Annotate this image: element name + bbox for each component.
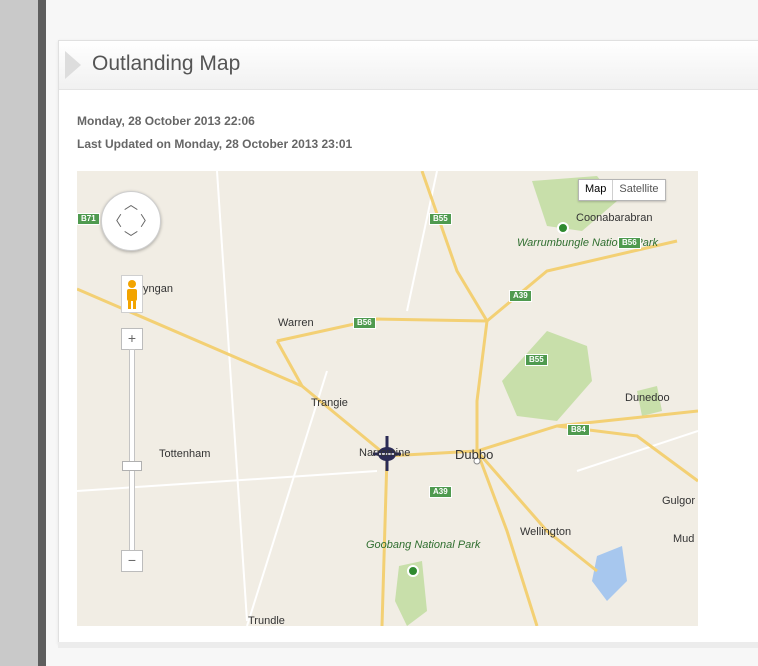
pan-down-icon[interactable]: ﹀: [124, 228, 138, 248]
header-arrow-icon: [65, 51, 81, 79]
pan-up-icon[interactable]: ︿: [124, 194, 138, 214]
map-canvas[interactable]: Coonabarabran Warrumbungle National Park…: [77, 171, 698, 626]
shield-a39-top: A39: [509, 290, 532, 302]
shield-b56-right: B56: [618, 237, 641, 249]
satellite-view-button[interactable]: Satellite: [613, 180, 664, 200]
pegman-icon: [127, 280, 137, 309]
town-dot-coonabarabran: [557, 222, 569, 234]
shield-b55-mid: B55: [525, 354, 548, 366]
minor-road-3: [406, 171, 438, 312]
pan-left-icon[interactable]: 〈: [108, 211, 122, 231]
article-header: Outlanding Map: [59, 41, 758, 90]
shield-b71: B71: [77, 213, 100, 225]
minor-road-1: [216, 171, 248, 622]
park-pilliga-area: [502, 331, 592, 421]
minor-road-2: [77, 470, 378, 492]
shield-b55-top: B55: [429, 213, 452, 225]
left-rule: [38, 0, 46, 666]
place-warrumbungle: Warrumbungle National Park: [517, 237, 659, 249]
shield-a39-bottom: A39: [429, 486, 452, 498]
map-view-button[interactable]: Map: [579, 180, 614, 200]
place-coonabarabran: Coonabarabran: [576, 212, 653, 224]
zoom-in-button[interactable]: +: [121, 328, 143, 350]
place-narromine: Narromine: [359, 447, 411, 459]
highway-oxley: [486, 239, 678, 323]
highway-wellington: [475, 450, 598, 573]
article-title: Outlanding Map: [92, 52, 241, 75]
pan-right-icon[interactable]: 〉: [140, 211, 154, 231]
town-dot-goobang: [407, 565, 419, 577]
left-gutter: [0, 0, 38, 666]
article: Outlanding Map Monday, 28 October 2013 2…: [58, 40, 758, 644]
zoom-slider-thumb[interactable]: [122, 461, 142, 471]
place-mudgee: Mud: [673, 533, 695, 545]
footer-rule: [58, 642, 758, 648]
place-gulgong: Gulgor: [662, 495, 696, 507]
place-dubbo: Dubbo: [455, 447, 494, 462]
pan-control[interactable]: ︿ ﹀ 〈 〉: [101, 191, 161, 251]
place-nyngan: yngan: [143, 283, 173, 295]
place-wellington: Wellington: [520, 526, 572, 538]
place-warren: Warren: [278, 317, 314, 329]
shield-b84: B84: [567, 424, 590, 436]
water-dam: [592, 546, 627, 601]
street-view-pegman[interactable]: [121, 275, 143, 313]
place-goobang: Goobang National Park: [366, 539, 481, 551]
place-trundle: Trundle: [248, 615, 285, 626]
place-tottenham: Tottenham: [159, 448, 211, 460]
zoom-slider-track[interactable]: [129, 349, 135, 551]
map-type-control: Map Satellite: [578, 179, 666, 201]
highway-mitchell-west: [77, 287, 388, 458]
zoom-out-button[interactable]: −: [121, 550, 143, 572]
shield-b56-mid: B56: [353, 317, 376, 329]
created-date: Monday, 28 October 2013 22:06: [77, 114, 255, 128]
place-trangie: Trangie: [311, 397, 348, 409]
place-dunedoo: Dunedoo: [625, 392, 670, 404]
minor-road-5: [246, 370, 328, 626]
updated-date: Last Updated on Monday, 28 October 2013 …: [77, 137, 353, 151]
